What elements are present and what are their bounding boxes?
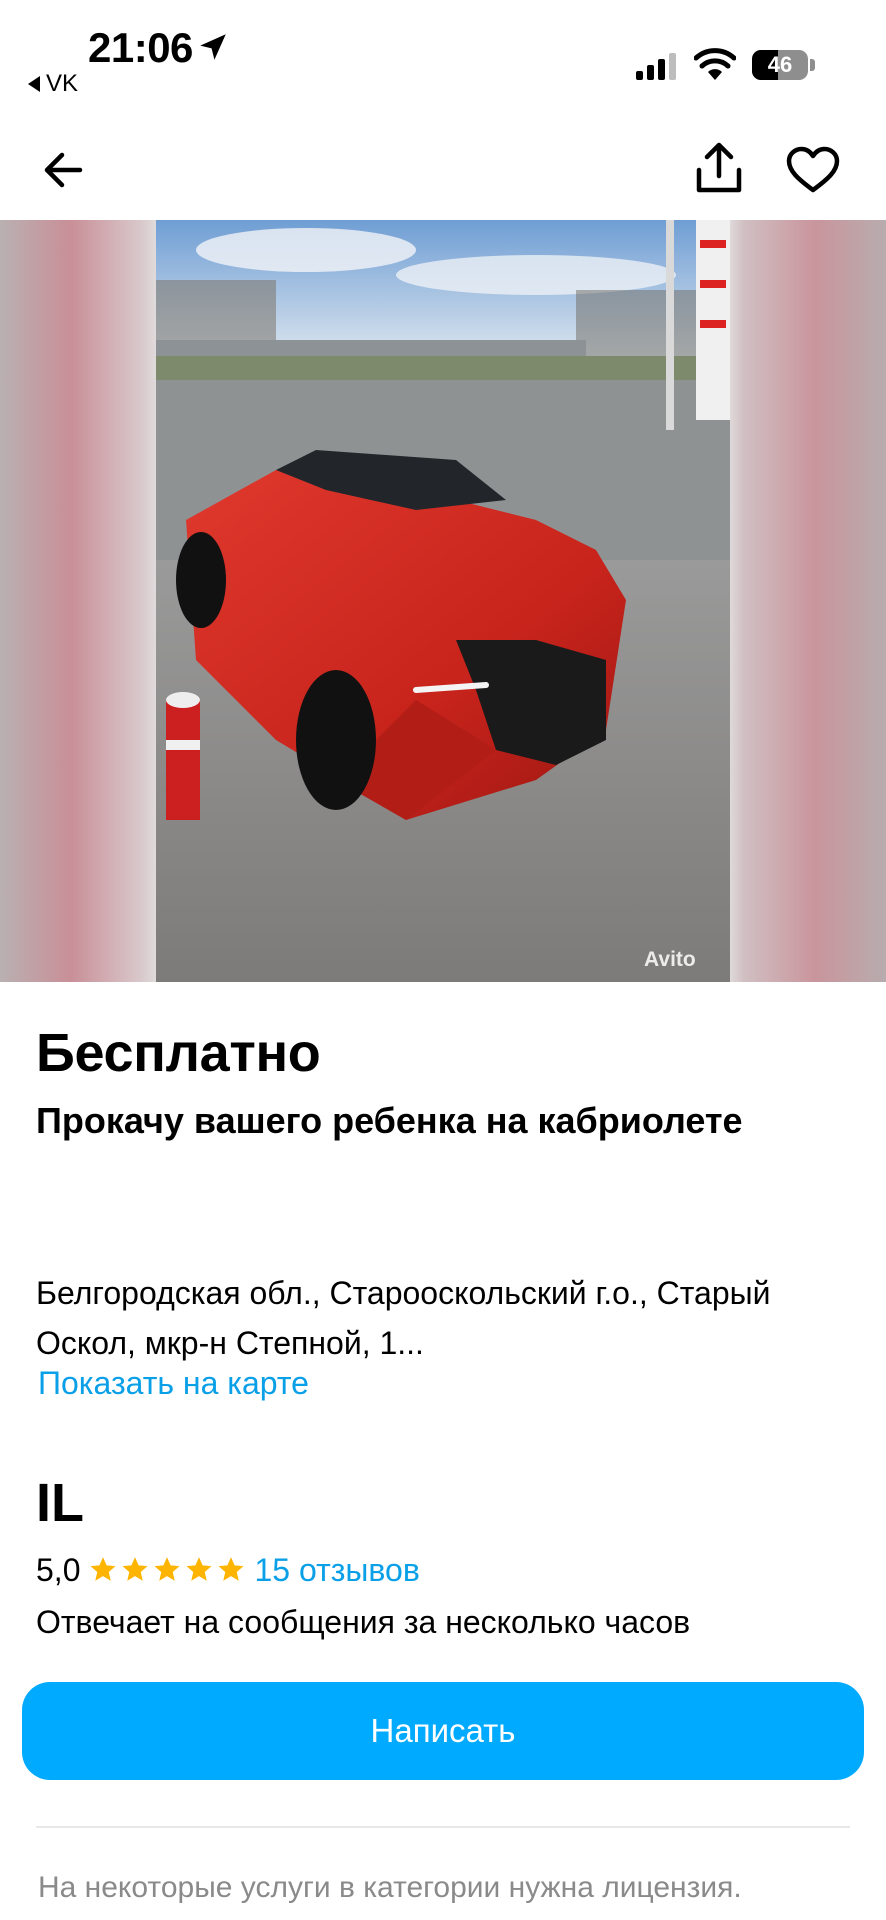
back-to-app-button[interactable]: VK [28, 70, 78, 98]
rating-stars [88, 1555, 246, 1585]
top-nav-bar [0, 120, 886, 220]
write-message-button[interactable]: Написать [22, 1682, 864, 1780]
back-triangle-icon [28, 76, 40, 92]
star-icon [90, 1557, 116, 1581]
status-bar: 21:06 VK 46 [0, 0, 886, 120]
star-icon [218, 1557, 244, 1581]
show-on-map-link[interactable]: Показать на карте [38, 1365, 309, 1402]
listing-photo[interactable] [156, 220, 730, 982]
reviews-link[interactable]: 15 отзывов [254, 1552, 419, 1589]
star-icon [186, 1557, 212, 1581]
seller-response-time: Отвечает на сообщения за несколько часов [36, 1604, 691, 1640]
seller-rating-value: 5,0 [36, 1551, 81, 1588]
listing-address: Белгородская обл., Старооскольский г.о.,… [36, 1275, 771, 1361]
star-icon [122, 1557, 148, 1581]
seller-rating-row: 5,0 15 отзывов [36, 1548, 420, 1592]
license-note: На некоторые услуги в категории нужна ли… [38, 1871, 742, 1904]
avito-watermark: Avito [644, 948, 696, 971]
share-icon[interactable] [694, 142, 744, 196]
wifi-icon [694, 48, 736, 80]
cellular-signal-icon [636, 52, 676, 80]
star-icon [154, 1557, 180, 1581]
battery-cap [810, 59, 815, 71]
heart-icon[interactable] [786, 146, 840, 194]
listing-price: Бесплатно [36, 1023, 321, 1083]
listing-title: Прокачу вашего ребенка на кабриолете [36, 1100, 743, 1141]
status-time: 21:06 [88, 24, 193, 71]
battery-icon: 46 [752, 50, 808, 80]
arrow-left-icon[interactable] [40, 146, 88, 194]
photo-gallery[interactable]: Avito [0, 220, 886, 982]
back-app-label: VK [46, 70, 79, 97]
battery-level: 46 [767, 52, 793, 77]
seller-name[interactable]: IL [36, 1472, 84, 1534]
location-arrow-icon [200, 34, 226, 60]
section-divider [36, 1826, 850, 1828]
